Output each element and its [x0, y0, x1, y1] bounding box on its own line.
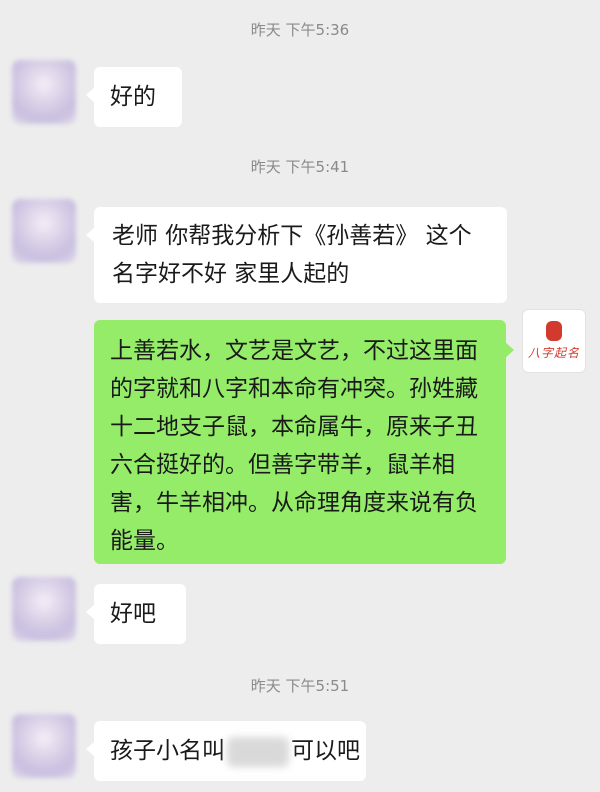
seal-logo-icon — [546, 321, 562, 341]
self-avatar[interactable]: 八字起名 — [522, 309, 586, 373]
contact-avatar[interactable] — [12, 199, 76, 263]
message-timestamp: 昨天 下午5:51 — [250, 677, 350, 695]
contact-avatar[interactable] — [12, 60, 76, 124]
message-timestamp: 昨天 下午5:36 — [250, 21, 350, 39]
message-bubble-outgoing[interactable]: 上善若水，文艺是文艺，不过这里面的字就和八字和本命有冲突。孙姓藏十二地支子鼠，本… — [94, 320, 514, 564]
message-bubble-incoming[interactable]: 好吧 — [86, 584, 186, 644]
message-text: 好的 — [110, 84, 156, 110]
message-bubble-incoming[interactable]: 老师 你帮我分析下《孙善若》 这个名字好不好 家里人起的 — [86, 207, 507, 303]
contact-avatar[interactable] — [12, 577, 76, 641]
message-text: 好吧 — [110, 601, 156, 627]
message-bubble-incoming[interactable]: 好的 — [86, 67, 182, 127]
message-text: 上善若水，文艺是文艺，不过这里面的字就和八字和本命有冲突。孙姓藏十二地支子鼠，本… — [110, 338, 478, 554]
message-timestamp: 昨天 下午5:41 — [250, 158, 350, 176]
message-text-end: 可以吧 — [291, 738, 360, 764]
chat-area: 昨天 下午5:36 好的 昨天 下午5:41 老师 你帮我分析下《孙善若》 这个… — [0, 0, 600, 792]
message-text-start: 孩子小名叫 — [110, 738, 225, 764]
brand-label: 八字起名 — [527, 346, 580, 360]
message-text: 老师 你帮我分析下《孙善若》 这个名字好不好 家里人起的 — [112, 223, 472, 287]
message-bubble-incoming[interactable]: 孩子小名叫 可以吧 — [86, 721, 366, 781]
contact-avatar[interactable] — [12, 714, 76, 778]
redacted-name — [227, 736, 289, 767]
